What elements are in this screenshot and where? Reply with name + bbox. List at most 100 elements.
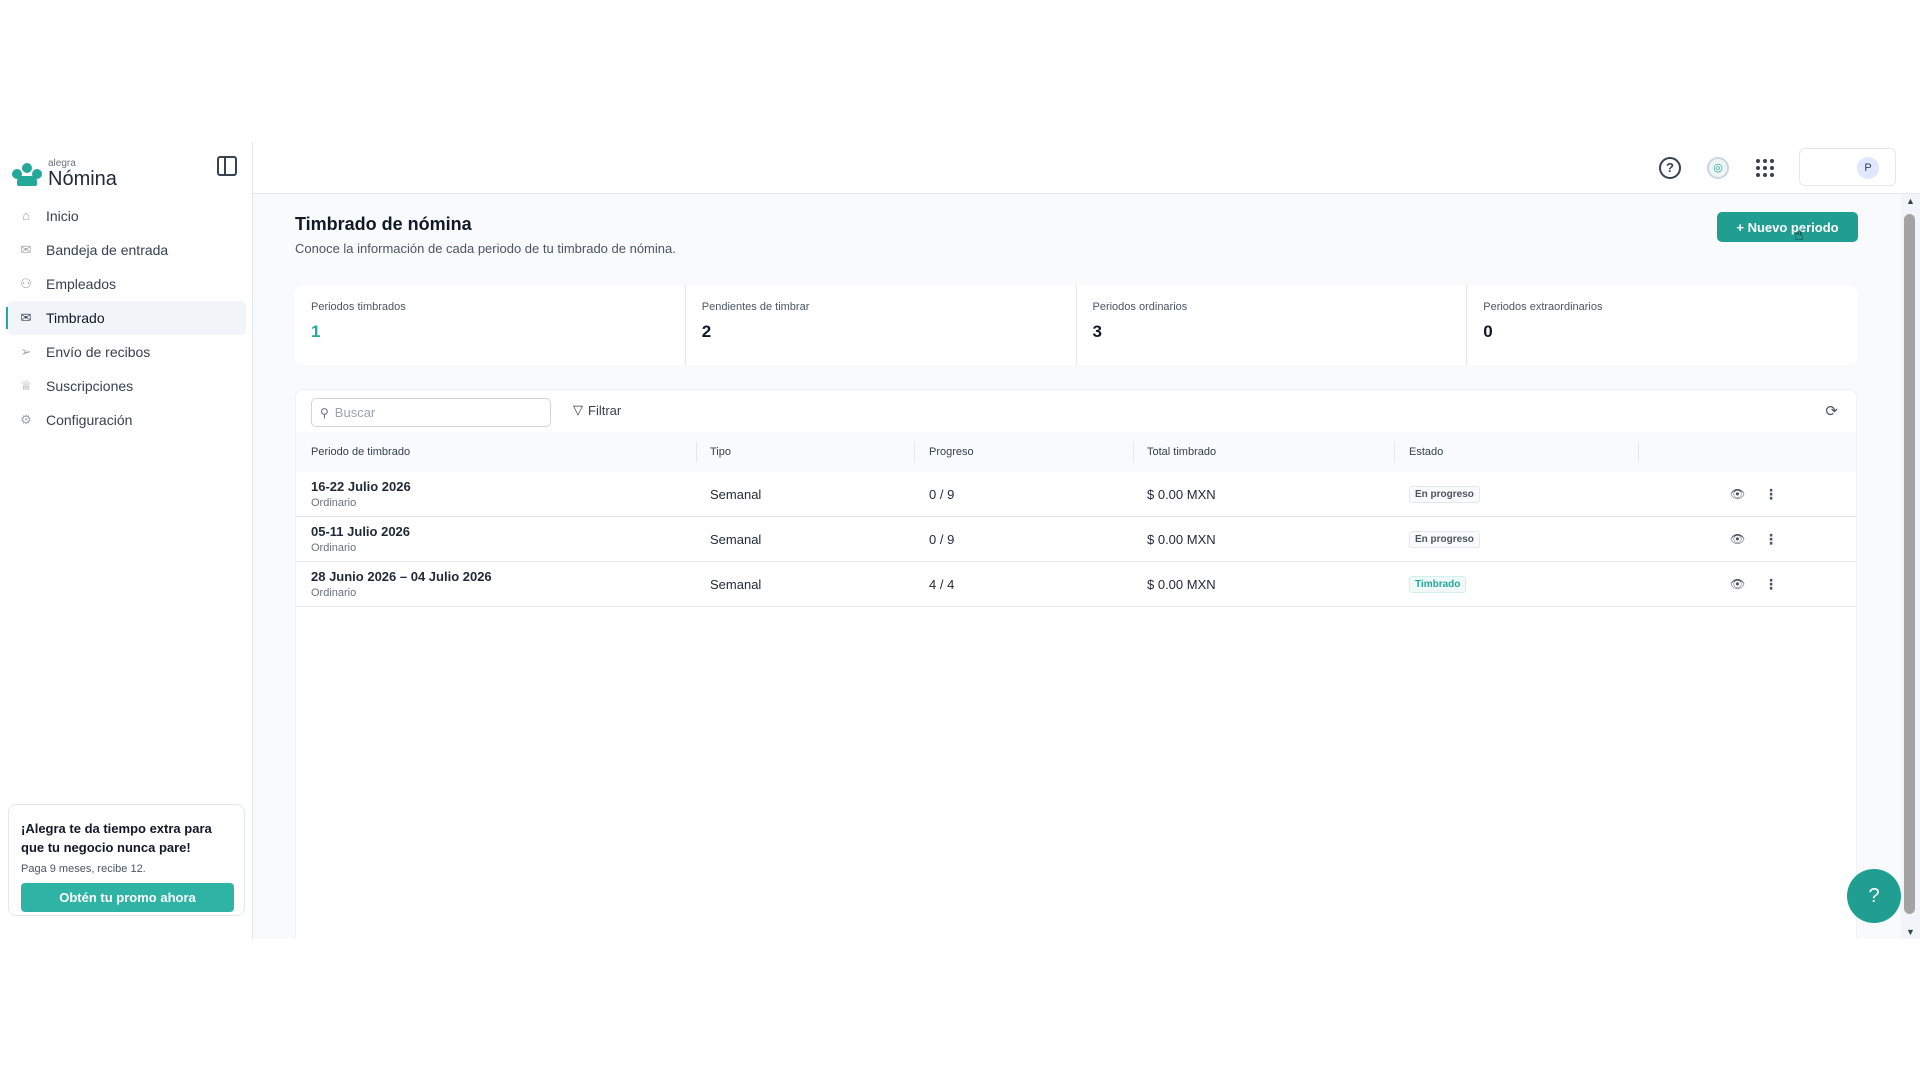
- stat-card: Pendientes de timbrar 2: [686, 285, 1077, 365]
- search-box[interactable]: ⚲: [311, 398, 551, 427]
- row-tipo: Semanal: [710, 531, 762, 547]
- more-options-icon[interactable]: ⋮: [1764, 486, 1778, 503]
- row-progreso: 0 / 9: [929, 486, 955, 502]
- promo-subtitle: Paga 9 meses, recibe 12.: [21, 863, 146, 875]
- sidebar-item-label: Empleados: [46, 276, 117, 292]
- scrollbar[interactable]: ▲ ▼: [1901, 194, 1920, 939]
- row-tipo: Semanal: [710, 576, 762, 592]
- stats-summary: Periodos timbrados 1 Pendientes de timbr…: [295, 285, 1857, 365]
- more-options-icon[interactable]: ⋮: [1764, 576, 1778, 593]
- row-progreso: 4 / 4: [929, 576, 955, 592]
- sidebar-item-label: Bandeja de entrada: [46, 242, 169, 258]
- column-header-tipo[interactable]: Tipo: [710, 446, 731, 458]
- sidebar-item-label: Suscripciones: [46, 378, 134, 394]
- scroll-down-arrow-icon[interactable]: ▼: [1906, 927, 1915, 937]
- stat-card: Periodos extraordinarios 0: [1467, 285, 1857, 365]
- view-eye-icon[interactable]: 👁: [1730, 532, 1745, 546]
- view-eye-icon[interactable]: 👁: [1730, 577, 1745, 591]
- column-header-estado[interactable]: Estado: [1409, 446, 1443, 458]
- status-badge: En progreso: [1409, 530, 1480, 548]
- brand-logo[interactable]: alegra Nómina: [12, 154, 117, 194]
- row-progreso: 0 / 9: [929, 531, 955, 547]
- sidebar-item-label: Configuración: [46, 412, 133, 428]
- stat-label: Periodos ordinarios: [1092, 301, 1188, 313]
- promo-title: ¡Alegra te da tiempo extra para que tu n…: [21, 821, 212, 855]
- home-icon: ⌂: [22, 208, 30, 223]
- page-title: Timbrado de nómina: [295, 214, 472, 234]
- stat-value: 3: [1092, 322, 1102, 341]
- period-type: Ordinario: [311, 587, 357, 599]
- inbox-icon: ✉: [20, 242, 32, 257]
- scroll-up-arrow-icon[interactable]: ▲: [1906, 196, 1915, 206]
- sidebar-item-label: Envío de recibos: [46, 344, 151, 360]
- help-icon[interactable]: ?: [1659, 157, 1681, 179]
- sidebar-item-timbrado[interactable]: ✉ Timbrado: [6, 301, 246, 335]
- scroll-thumb[interactable]: [1904, 214, 1915, 914]
- search-icon: ⚲: [320, 405, 329, 420]
- period-type: Ordinario: [311, 542, 357, 554]
- column-header-periodo[interactable]: Periodo de timbrado: [311, 446, 410, 458]
- period-name: 16-22 Julio 2026: [311, 479, 411, 494]
- sidebar-item-envio-recibos[interactable]: ➢ Envío de recibos: [8, 335, 246, 369]
- filter-icon: ▽: [573, 402, 583, 417]
- row-tipo: Semanal: [710, 486, 762, 502]
- sidebar-item-label: Inicio: [46, 208, 79, 224]
- sidebar-item-bandeja[interactable]: ✉ Bandeja de entrada: [8, 233, 246, 267]
- search-input[interactable]: [334, 405, 535, 420]
- period-name: 05-11 Julio 2026: [311, 524, 411, 539]
- crown-icon: ♕: [20, 378, 32, 393]
- gear-icon: ⚙: [20, 412, 32, 427]
- stat-label: Periodos extraordinarios: [1483, 301, 1603, 313]
- sidebar-collapse-icon[interactable]: [217, 156, 237, 176]
- filter-button[interactable]: ▽ Filtrar: [573, 402, 621, 418]
- app-window: alegra Nómina ⌂ Inicio ✉ Bandeja de entr…: [0, 142, 1920, 939]
- filter-label: Filtrar: [588, 402, 622, 418]
- sidebar: alegra Nómina ⌂ Inicio ✉ Bandeja de entr…: [0, 142, 253, 939]
- mail-icon: ✉: [20, 310, 32, 325]
- view-eye-icon[interactable]: 👁: [1730, 487, 1745, 501]
- sidebar-item-suscripciones[interactable]: ♕ Suscripciones: [8, 369, 246, 403]
- table-row[interactable]: 16-22 Julio 2026 Ordinario Semanal 0 / 9…: [296, 472, 1856, 517]
- period-name: 28 Junio 2026 – 04 Julio 2026: [311, 569, 492, 584]
- new-period-button[interactable]: + Nuevo periodo: [1717, 212, 1858, 242]
- sidebar-item-label: Timbrado: [46, 310, 105, 326]
- avatar: P: [1857, 157, 1879, 179]
- hand-cursor-icon: ☝: [1794, 227, 1804, 244]
- row-total: $ 0.00 MXN: [1147, 531, 1216, 547]
- sidebar-nav: ⌂ Inicio ✉ Bandeja de entrada ⚇ Empleado…: [6, 199, 246, 437]
- table-row[interactable]: 05-11 Julio 2026 Ordinario Semanal 0 / 9…: [296, 517, 1856, 562]
- send-icon: ➢: [20, 344, 32, 359]
- table-header: Periodo de timbrado Tipo Progreso Total …: [296, 432, 1856, 472]
- status-badge: Timbrado: [1409, 575, 1467, 593]
- topbar: ? ◎ P: [253, 142, 1920, 194]
- brand-name: Nómina: [48, 168, 117, 190]
- floating-help-icon[interactable]: ?: [1847, 869, 1901, 923]
- table-row[interactable]: 28 Junio 2026 – 04 Julio 2026 Ordinario …: [296, 562, 1856, 607]
- column-header-total[interactable]: Total timbrado: [1147, 446, 1216, 458]
- sidebar-item-configuracion[interactable]: ⚙ Configuración: [8, 403, 246, 437]
- sidebar-item-inicio[interactable]: ⌂ Inicio: [8, 199, 246, 233]
- alegra-logo-icon: [12, 161, 42, 187]
- user-menu[interactable]: P: [1799, 148, 1896, 186]
- main-content: Timbrado de nómina Conoce la información…: [253, 194, 1901, 939]
- apps-grid-icon[interactable]: [1756, 159, 1774, 177]
- column-header-progreso[interactable]: Progreso: [929, 446, 974, 458]
- refresh-icon[interactable]: ⟳: [1825, 402, 1838, 420]
- row-total: $ 0.00 MXN: [1147, 576, 1216, 592]
- stat-label: Pendientes de timbrar: [701, 301, 810, 313]
- status-badge: En progreso: [1409, 485, 1480, 503]
- more-options-icon[interactable]: ⋮: [1764, 531, 1778, 548]
- chat-icon[interactable]: ◎: [1707, 157, 1729, 179]
- promo-button[interactable]: Obtén tu promo ahora: [21, 883, 234, 912]
- sidebar-item-empleados[interactable]: ⚇ Empleados: [8, 267, 246, 301]
- users-icon: ⚇: [20, 276, 32, 291]
- stat-value: 2: [701, 322, 712, 341]
- stat-label: Periodos timbrados: [311, 301, 406, 313]
- period-type: Ordinario: [311, 497, 357, 509]
- periods-table: ⚲ ▽ Filtrar ⟳ Periodo de timbrado Tipo P…: [295, 389, 1857, 939]
- stat-value: 1: [311, 322, 321, 341]
- stat-card: Periodos timbrados 1: [295, 285, 686, 365]
- stat-card: Periodos ordinarios 3: [1077, 285, 1468, 365]
- promo-card: ¡Alegra te da tiempo extra para que tu n…: [8, 804, 245, 916]
- page-subtitle: Conoce la información de cada periodo de…: [295, 241, 676, 256]
